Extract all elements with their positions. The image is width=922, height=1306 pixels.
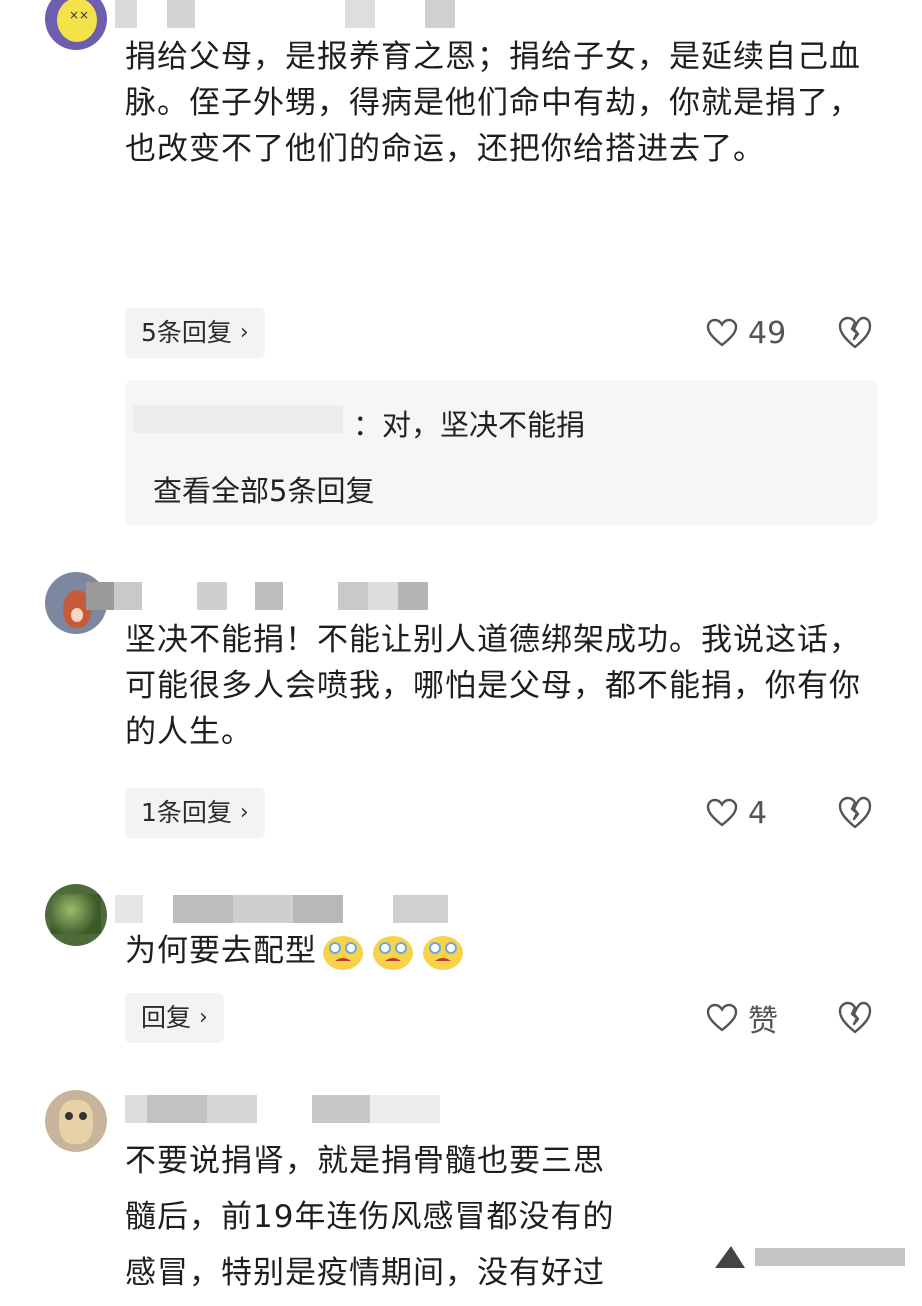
crying-face-emoji-icon <box>321 931 465 971</box>
like-count: 49 <box>748 315 787 351</box>
sub-reply-username-mosaic <box>133 405 343 433</box>
watermark-overlay <box>645 1218 922 1298</box>
comment-line: 不要说捐肾，就是捐骨髓也要三思 <box>125 1143 605 1179</box>
view-replies-button[interactable]: 1条回复 › <box>125 788 265 838</box>
heart-outline-icon <box>706 798 738 827</box>
chevron-right-icon: › <box>239 320 249 345</box>
broken-heart-icon[interactable] <box>837 315 873 351</box>
like-label: 赞 <box>748 1004 778 1039</box>
like-button[interactable]: 49 <box>706 308 786 358</box>
comment-text: 不要说捐肾，就是捐骨髓也要三思 髓后，前19年连伤风感冒都没有的 感冒，特别是疫… <box>125 1138 645 1306</box>
view-all-replies-link[interactable]: 查看全部5条回复 <box>153 468 374 510</box>
reply-count-label: 1条回复 <box>141 798 232 827</box>
avatar[interactable]: ×× <box>45 0 107 50</box>
comment-text: 捐给父母，是报养育之恩；捐给子女，是延续自己血脉。侄子外甥，得病是他们命中有劫，… <box>125 39 861 167</box>
username-mosaic <box>86 582 428 610</box>
avatar[interactable] <box>45 1090 107 1152</box>
sub-reply-box[interactable]: ：对，坚决不能捐 查看全部5条回复 <box>125 380 877 526</box>
view-replies-button[interactable]: 5条回复 › <box>125 308 265 358</box>
like-button[interactable]: 赞 <box>706 993 778 1043</box>
like-button[interactable]: 4 <box>706 788 767 838</box>
broken-heart-icon[interactable] <box>837 1000 873 1036</box>
reply-label: 回复 <box>141 1003 192 1032</box>
comment-text: 为何要去配型 <box>125 928 885 974</box>
username-mosaic <box>125 1095 440 1123</box>
chevron-right-icon: › <box>239 800 249 825</box>
username-mosaic <box>115 0 455 28</box>
comment-text: 坚决不能捐！不能让别人道德绑架成功。我说这话，可能很多人会喷我，哪怕是父母，都不… <box>125 622 861 750</box>
sub-reply-text: ：对，坚决不能捐 <box>353 408 586 442</box>
comment-line: 髓后，前19年连伤风感冒都没有的 <box>125 1199 615 1235</box>
broken-heart-icon[interactable] <box>837 795 873 831</box>
heart-outline-icon <box>706 1003 738 1032</box>
reply-button[interactable]: 回复 › <box>125 993 224 1043</box>
reply-count-label: 5条回复 <box>141 318 232 347</box>
heart-outline-icon <box>706 318 738 347</box>
username-mosaic <box>115 895 448 923</box>
chevron-right-icon: › <box>199 1005 208 1030</box>
comment-text-content: 为何要去配型 <box>125 933 317 969</box>
like-count: 4 <box>748 795 768 831</box>
avatar[interactable] <box>45 884 107 946</box>
